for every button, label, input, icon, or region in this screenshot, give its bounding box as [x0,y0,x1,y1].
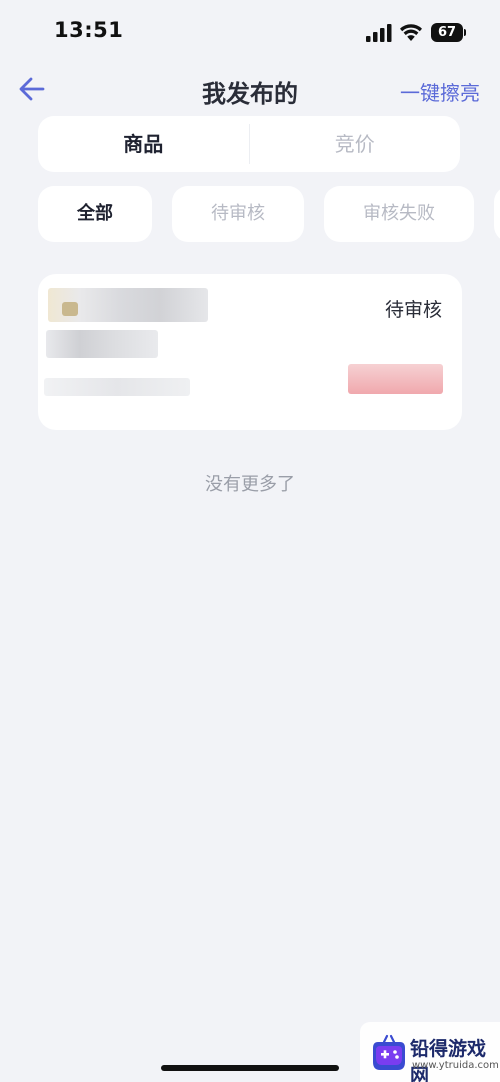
segment-tabs: 商品 竞价 [38,116,460,172]
polish-all-button[interactable]: 一键擦亮 [400,77,480,106]
nav-bar: 我发布的 一键擦亮 [0,64,500,114]
item-meta-blurred [44,378,190,396]
status-time: 13:51 [54,18,124,42]
signal-icon [366,24,392,42]
home-indicator[interactable] [161,1065,339,1071]
chip-more[interactable] [494,186,500,242]
status-bar: 13:51 67 [0,0,500,64]
item-thumb-blurred [62,302,78,316]
watermark-name: 铅得游戏网 [410,1038,487,1082]
item-status: 待审核 [384,299,442,321]
tab-bidding[interactable]: 竞价 [250,116,461,172]
item-price-blurred [348,364,443,394]
filter-chips: 全部 待审核 审核失败 [0,186,500,242]
watermark-url: www.ytruida.com [412,1060,499,1071]
battery-tip [464,29,466,36]
item-subtitle-blurred [46,330,158,358]
gamepad-logo-icon [373,1034,405,1070]
battery-icon: 67 [431,23,466,42]
wifi-icon [400,24,422,41]
item-card[interactable]: 待审核 [38,274,462,430]
chip-pending-review[interactable]: 待审核 [172,186,304,242]
battery-level: 67 [431,23,463,42]
tab-goods[interactable]: 商品 [38,116,249,172]
screen: 13:51 67 我发布的 一键擦亮 商品 竞价 全部 待审核 审核失败 待审核… [0,0,500,1082]
chip-review-failed[interactable]: 审核失败 [324,186,474,242]
chip-all[interactable]: 全部 [38,186,152,242]
no-more-text: 没有更多了 [205,474,295,495]
watermark: 铅得游戏网 www.ytruida.com [360,1022,500,1082]
